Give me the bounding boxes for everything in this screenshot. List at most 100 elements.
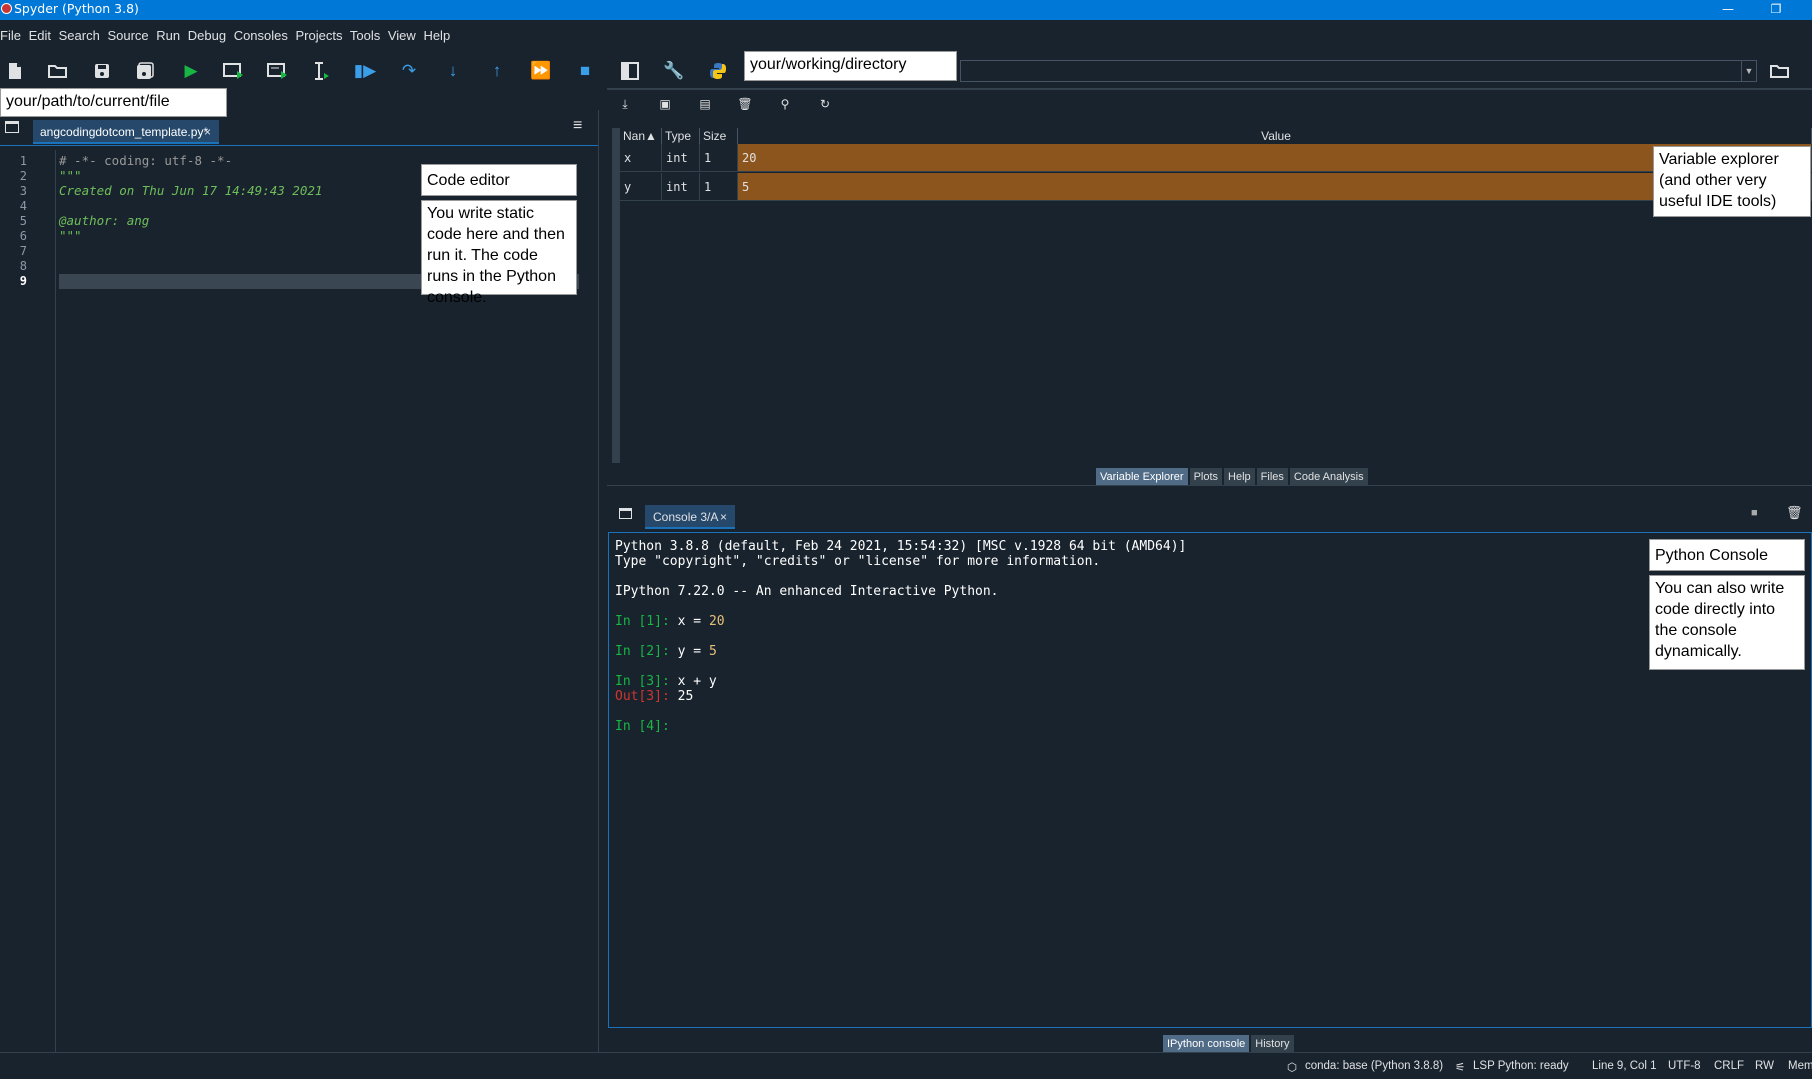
ipython-console[interactable] — [608, 532, 1812, 1028]
input-code: x = — [669, 614, 709, 629]
input-code: y = — [669, 644, 709, 659]
input-prompt: In [4]: — [615, 719, 670, 734]
remove-all-icon[interactable]: 🗑 — [735, 97, 755, 115]
run-cell-icon[interactable] — [221, 58, 247, 84]
editor-options-icon[interactable]: ≡ — [573, 117, 582, 135]
var-name: y — [620, 173, 662, 201]
console-banner: Python 3.8.8 (default, Feb 24 2021, 15:5… — [615, 539, 1187, 554]
run-selection-icon[interactable] — [308, 58, 334, 84]
search-icon[interactable]: ⚲ — [775, 97, 795, 115]
status-cursor-position: Line 9, Col 1 — [1592, 1060, 1657, 1072]
input-number: 5 — [708, 644, 717, 659]
conda-env-icon: ⬡ — [1287, 1062, 1298, 1074]
console-input-line: In [2]: y = 5 — [615, 644, 717, 659]
open-file-icon[interactable] — [45, 58, 71, 84]
input-prompt: In [2]: — [615, 644, 670, 659]
spyder-logo-icon — [1, 3, 12, 14]
menu-search[interactable]: Search — [59, 28, 100, 43]
working-directory-combo[interactable]: ▼ — [960, 60, 1757, 82]
refresh-icon[interactable]: ↻ — [815, 97, 835, 115]
menu-debug[interactable]: Debug — [188, 28, 226, 43]
menu-edit[interactable]: Edit — [29, 28, 51, 43]
var-type: int — [662, 173, 700, 201]
variable-explorer-callout: Variable explorer (and other very useful… — [1653, 146, 1811, 217]
remove-icon[interactable]: 🗑 — [1786, 505, 1803, 521]
save-as-icon[interactable]: ▤ — [695, 97, 715, 115]
browse-tabs-icon[interactable] — [5, 121, 19, 133]
input-prompt: In [1]: — [615, 614, 670, 629]
console-input-line: In [1]: x = 20 — [615, 614, 725, 629]
menu-bar: File Edit Search Source Run Debug Consol… — [0, 22, 1812, 50]
console-input-line[interactable]: In [4]: — [615, 719, 670, 734]
var-value: 5 — [738, 173, 1812, 201]
console-input-line: In [3]: x + y — [615, 674, 717, 689]
status-encoding: UTF-8 — [1668, 1060, 1701, 1072]
save-all-icon[interactable] — [132, 58, 158, 84]
console-banner: Type "copyright", "credits" or "license"… — [615, 554, 1101, 569]
chevron-down-icon[interactable]: ▼ — [1741, 61, 1756, 81]
var-value: 20 — [738, 144, 1812, 172]
column-header-size[interactable]: Size — [700, 128, 738, 144]
step-return-icon[interactable]: ↑ — [484, 58, 510, 84]
working-directory-callout: your/working/directory — [744, 51, 957, 81]
console-output-line: Out[3]: 25 — [615, 689, 693, 704]
python-console-callout-title: Python Console — [1649, 539, 1805, 571]
menu-source[interactable]: Source — [107, 28, 148, 43]
column-header-name[interactable]: Nan▲ — [620, 128, 662, 144]
pane-divider — [607, 88, 1812, 90]
browse-tabs-icon[interactable] — [619, 508, 632, 519]
status-eol: CRLF — [1714, 1060, 1745, 1072]
editor-tab-label: angcodingdotcom_template.py* — [40, 125, 209, 139]
menu-consoles[interactable]: Consoles — [234, 28, 288, 43]
continue-icon[interactable]: ⏩ — [528, 58, 554, 84]
import-data-icon[interactable]: ⤓ — [615, 97, 635, 115]
browse-directory-icon[interactable] — [1765, 58, 1795, 84]
column-header-value[interactable]: Value — [738, 128, 1812, 144]
code-line: @author: ang — [59, 213, 150, 228]
python-path-icon[interactable] — [705, 58, 731, 84]
console-tab-active[interactable]: Console 3/A × — [645, 505, 735, 529]
lsp-status-icon: ⚟ — [1455, 1062, 1466, 1074]
var-type: int — [662, 144, 700, 172]
save-data-icon[interactable]: ▣ — [655, 97, 675, 115]
menu-run[interactable]: Run — [156, 28, 180, 43]
stop-icon[interactable]: ■ — [572, 58, 598, 84]
console-banner: IPython 7.22.0 -- An enhanced Interactiv… — [615, 584, 999, 599]
output-value: 25 — [669, 689, 694, 704]
menu-help[interactable]: Help — [423, 28, 450, 43]
menu-view[interactable]: View — [388, 28, 416, 43]
window-title: Spyder (Python 3.8) — [14, 1, 139, 16]
status-bar: ⬡ conda: base (Python 3.8.8) ⚟ LSP Pytho… — [0, 1052, 1812, 1079]
var-size: 1 — [700, 173, 738, 201]
maximize-pane-icon[interactable] — [617, 58, 643, 84]
run-cell-advance-icon[interactable] — [265, 58, 291, 84]
new-file-icon[interactable] — [2, 58, 28, 84]
status-rw: RW — [1755, 1060, 1774, 1072]
console-tab-label: Console 3/A — [653, 510, 719, 524]
var-name: x — [620, 144, 662, 172]
code-line: """ — [59, 228, 82, 243]
editor-scrollbar[interactable] — [598, 110, 607, 1052]
pane-splitter[interactable] — [607, 485, 1812, 496]
save-icon[interactable] — [89, 58, 115, 84]
code-line: """ — [59, 168, 82, 183]
menu-projects[interactable]: Projects — [296, 28, 343, 43]
stop-kernel-icon[interactable]: ■ — [1751, 507, 1758, 519]
menu-file[interactable]: File — [0, 28, 21, 43]
close-icon[interactable]: × — [204, 120, 211, 144]
menu-tools[interactable]: Tools — [350, 28, 380, 43]
step-into-icon[interactable]: ↓ — [440, 58, 466, 84]
editor-tab-active[interactable]: angcodingdotcom_template.py* × — [33, 120, 219, 144]
preferences-icon[interactable]: 🔧 — [661, 58, 687, 84]
restore-button[interactable]: ❐ — [1756, 0, 1796, 20]
close-icon[interactable]: × — [720, 505, 727, 529]
code-line: # -*- coding: utf-8 -*- — [59, 153, 233, 168]
var-size: 1 — [700, 144, 738, 172]
status-memory: Mem — [1788, 1060, 1812, 1072]
debug-icon[interactable]: ▮▶ — [352, 58, 378, 84]
column-header-type[interactable]: Type — [662, 128, 700, 144]
run-icon[interactable]: ▶ — [178, 58, 204, 84]
python-console-callout-desc: You can also write code directly into th… — [1649, 575, 1805, 670]
minimize-button[interactable]: — — [1708, 0, 1748, 20]
step-icon[interactable]: ↷ — [396, 58, 422, 84]
